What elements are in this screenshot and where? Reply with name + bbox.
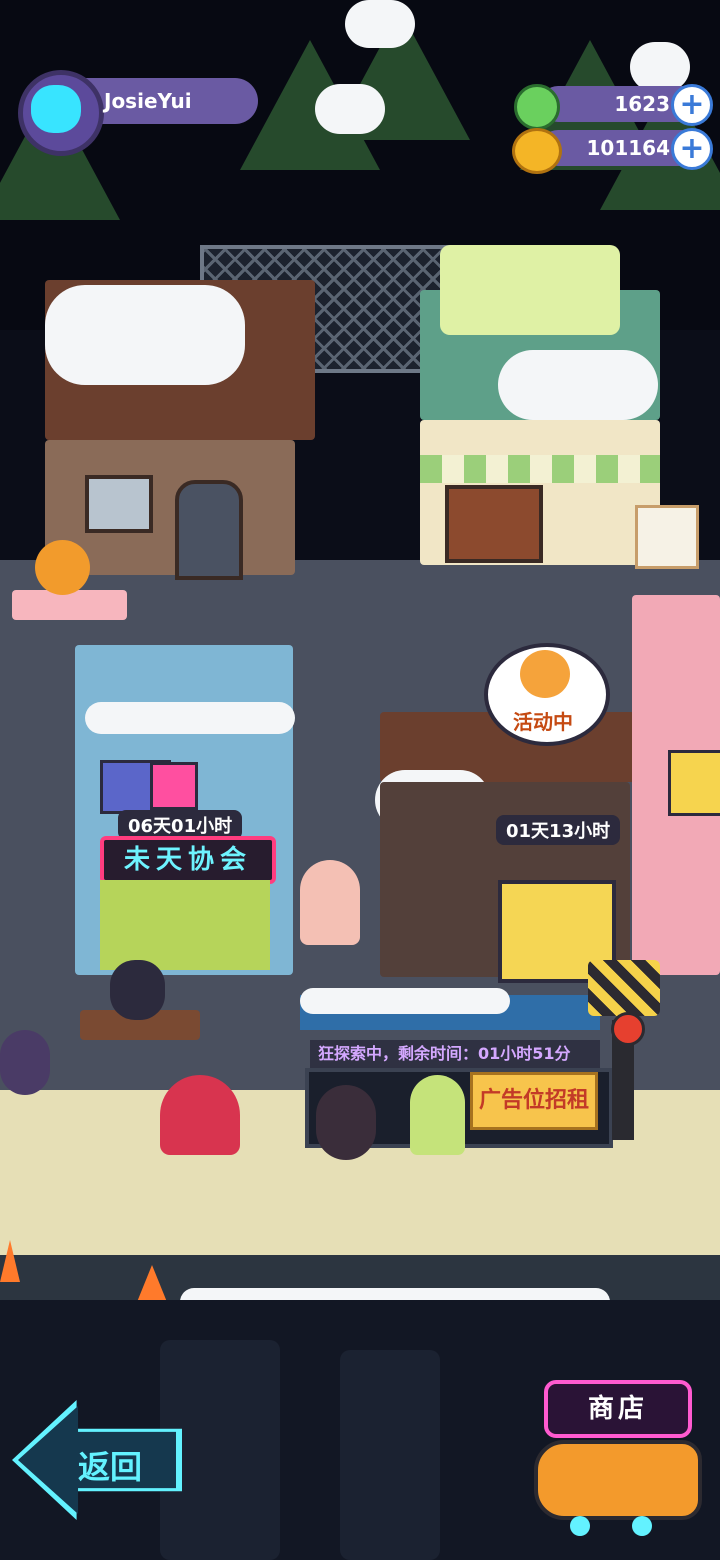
back-button[interactable]: 返回 (12, 1400, 182, 1520)
sewing-machine-sign (440, 245, 620, 335)
scissors-sign-icon (635, 505, 699, 569)
roof-snow (45, 285, 245, 385)
add-gems-button[interactable]: + (671, 84, 713, 126)
shop-button[interactable]: 商店 (520, 1380, 710, 1550)
gold-coin-icon (512, 128, 562, 174)
snow-cap (345, 0, 415, 48)
game-scene: 06天01小时 未天协会 01天13小时 活动中 狂探索中，剩余时间：01小时5… (0, 0, 720, 1560)
red-haired-character[interactable] (160, 1075, 240, 1155)
shop-vehicle-icon (534, 1440, 702, 1520)
scout-character[interactable] (300, 860, 360, 945)
pipe (340, 1350, 440, 1560)
ad-rental-sign: 广告位招租 (470, 1072, 598, 1130)
food-table (12, 590, 127, 620)
neon-box (150, 762, 198, 810)
association-neon-sign: 未天协会 (100, 836, 276, 884)
fox-character-icon (520, 650, 570, 698)
balcony-snow (85, 702, 295, 734)
back-label: 返回 (78, 1448, 143, 1486)
house-door (175, 480, 243, 580)
shop-label: 商店 (587, 1394, 648, 1424)
snow-cap (630, 42, 690, 92)
coin-count: 101164 (586, 136, 671, 160)
avatar[interactable] (18, 70, 104, 156)
roof-snow (300, 988, 510, 1014)
railroad-crossing-sign (588, 960, 660, 1016)
username: JosieYui (104, 89, 192, 113)
purple-character[interactable] (0, 1030, 50, 1095)
shop-window (445, 485, 543, 563)
orange-character[interactable] (35, 540, 90, 595)
gem-count: 1623 (614, 92, 670, 116)
shop-awning (420, 455, 660, 483)
sweeper-character[interactable] (410, 1075, 465, 1155)
warning-light-icon (611, 1012, 645, 1046)
thruster-icon (570, 1516, 590, 1536)
house-window (85, 475, 153, 533)
exploration-status: 狂探索中，剩余时间：01小时51分 (310, 1040, 600, 1068)
pink-building-window (668, 750, 720, 816)
event-label: 活动中 (513, 710, 573, 734)
explorer-character[interactable] (316, 1085, 376, 1160)
snow-cap (315, 84, 385, 134)
add-coins-button[interactable]: + (671, 128, 713, 170)
thruster-icon (632, 1516, 652, 1536)
cat-avatar-icon (31, 85, 81, 133)
association-doors (100, 880, 270, 970)
event-shop-timer: 01天13小时 (496, 815, 621, 845)
green-gem-icon (514, 84, 560, 130)
roof-snow (498, 350, 658, 420)
crow-character[interactable] (110, 960, 165, 1020)
